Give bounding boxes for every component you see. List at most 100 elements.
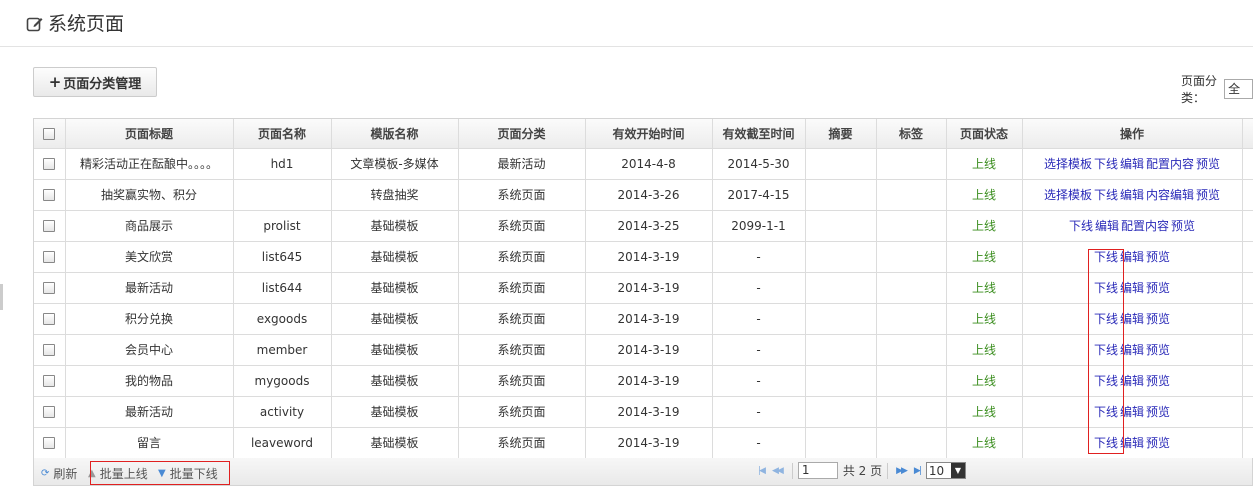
cell-end: - <box>712 303 806 335</box>
cell-spacer <box>1242 427 1253 459</box>
cell-actions: 下线 编辑 预览 <box>1022 272 1243 304</box>
cell-template: 文章模板-多媒体 <box>331 148 459 180</box>
row-checkbox[interactable] <box>43 251 56 263</box>
cell-start: 2014-3-19 <box>585 303 713 335</box>
op-link[interactable]: 编辑 <box>1095 219 1119 233</box>
cell-actions: 下线 编辑 预览 <box>1022 396 1243 428</box>
cell-spacer <box>1242 396 1253 428</box>
cell-category: 系统页面 <box>458 303 586 335</box>
last-page-icon[interactable]: ▶| <box>914 466 922 476</box>
cell-title: 留言 <box>65 427 234 459</box>
op-link[interactable]: 编辑 <box>1120 250 1144 264</box>
column-header[interactable]: 页面名称 <box>233 119 332 149</box>
cell-start: 2014-3-19 <box>585 365 713 397</box>
batch-offline-button[interactable]: ▼ 批量下线 <box>158 465 218 482</box>
op-link[interactable]: 下线 <box>1094 436 1118 450</box>
table-row: 抽奖赢实物、积分 转盘抽奖 系统页面 2014-3-26 2017-4-15 上线 选择模板… <box>34 179 1253 211</box>
op-link[interactable]: 配置内容 <box>1121 219 1169 233</box>
op-link[interactable]: 下线 <box>1094 157 1118 171</box>
page-title: 系统页面 <box>48 13 125 35</box>
op-link[interactable]: 预览 <box>1146 343 1170 357</box>
op-link[interactable]: 预览 <box>1146 405 1170 419</box>
page-number-input[interactable]: 1 <box>797 462 838 479</box>
row-checkbox[interactable] <box>43 189 56 201</box>
row-checkbox[interactable] <box>43 220 56 232</box>
op-link[interactable]: 编辑 <box>1120 312 1144 326</box>
refresh-button[interactable]: ⟳ 刷新 <box>41 465 77 482</box>
op-link[interactable]: 下线 <box>1094 281 1118 295</box>
cell-summary <box>805 365 877 397</box>
category-filter-label: 页面分类： <box>1181 74 1218 105</box>
op-link[interactable]: 选择模板 <box>1044 157 1092 171</box>
row-select-cell <box>34 241 66 273</box>
op-link[interactable]: 内容编辑 <box>1146 188 1194 202</box>
op-link[interactable]: 编辑 <box>1120 157 1144 171</box>
column-header[interactable]: 标签 <box>876 119 947 149</box>
row-checkbox[interactable] <box>43 375 56 387</box>
row-select-cell <box>34 148 66 180</box>
next-page-icon[interactable]: ▶▶ <box>896 466 908 476</box>
bottom-toolbar: ⟳ 刷新 ▲ 批量上线 ▼ 批量下线 |◀ ◀◀ 1 共 2 页 ▶▶ ▶| 1… <box>33 458 1253 486</box>
op-link[interactable]: 下线 <box>1069 219 1093 233</box>
op-link[interactable]: 下线 <box>1094 312 1118 326</box>
cell-end: - <box>712 396 806 428</box>
row-checkbox[interactable] <box>43 437 56 449</box>
op-link[interactable]: 下线 <box>1094 374 1118 388</box>
category-manage-button[interactable]: + 页面分类管理 <box>33 67 157 97</box>
column-header[interactable]: 有效开始时间 <box>585 119 713 149</box>
cell-spacer <box>1242 365 1253 397</box>
column-header[interactable]: 摘要 <box>805 119 877 149</box>
pager-divider <box>887 462 889 479</box>
op-link[interactable]: 预览 <box>1146 281 1170 295</box>
op-link[interactable]: 预览 <box>1196 188 1220 202</box>
row-checkbox[interactable] <box>43 158 56 170</box>
op-link[interactable]: 配置内容 <box>1146 157 1194 171</box>
page-size-select[interactable]: 10 ▼ <box>925 462 966 479</box>
column-header[interactable]: 页面标题 <box>65 119 234 149</box>
cell-end: 2017-4-15 <box>712 179 806 211</box>
row-checkbox[interactable] <box>43 313 56 325</box>
op-link[interactable]: 下线 <box>1094 343 1118 357</box>
category-filter-select[interactable]: 全 <box>1224 79 1253 99</box>
prev-page-icon[interactable]: ◀◀ <box>772 466 784 476</box>
cell-start: 2014-3-25 <box>585 210 713 242</box>
column-header[interactable]: 页面分类 <box>458 119 586 149</box>
cell-summary <box>805 179 877 211</box>
op-link[interactable]: 预览 <box>1146 250 1170 264</box>
cell-title: 我的物品 <box>65 365 234 397</box>
op-link[interactable]: 编辑 <box>1120 343 1144 357</box>
op-link[interactable]: 预览 <box>1146 436 1170 450</box>
op-link[interactable]: 预览 <box>1196 157 1220 171</box>
op-link[interactable]: 编辑 <box>1120 188 1144 202</box>
op-link[interactable]: 编辑 <box>1120 374 1144 388</box>
op-link[interactable]: 下线 <box>1094 405 1118 419</box>
cell-summary <box>805 427 877 459</box>
row-checkbox[interactable] <box>43 344 56 356</box>
table-row: 我的物品 mygoods 基础模板 系统页面 2014-3-19- 上线 下线 编辑 预览 <box>34 365 1253 397</box>
op-link[interactable]: 编辑 <box>1120 436 1144 450</box>
cell-status: 上线 <box>946 179 1023 211</box>
op-link[interactable]: 预览 <box>1146 374 1170 388</box>
cell-title: 会员中心 <box>65 334 234 366</box>
first-page-icon[interactable]: |◀ <box>758 466 766 476</box>
row-checkbox[interactable] <box>43 282 56 294</box>
cell-actions: 下线 编辑 配置内容 预览 <box>1022 210 1243 242</box>
column-header[interactable]: 模版名称 <box>331 119 459 149</box>
op-link[interactable]: 下线 <box>1094 188 1118 202</box>
select-all-checkbox[interactable] <box>43 127 56 140</box>
column-header[interactable]: 有效截至时间 <box>712 119 806 149</box>
cell-category: 系统页面 <box>458 210 586 242</box>
batch-online-button[interactable]: ▲ 批量上线 <box>88 465 148 482</box>
op-link[interactable]: 选择模板 <box>1044 188 1092 202</box>
op-link[interactable]: 编辑 <box>1120 405 1144 419</box>
op-link[interactable]: 预览 <box>1146 312 1170 326</box>
row-checkbox[interactable] <box>43 406 56 418</box>
op-link[interactable]: 下线 <box>1094 250 1118 264</box>
cell-end: - <box>712 241 806 273</box>
cell-actions: 选择模板 下线 编辑 配置内容 预览 <box>1022 148 1243 180</box>
cell-start: 2014-3-19 <box>585 396 713 428</box>
column-header[interactable]: 页面状态 <box>946 119 1023 149</box>
op-link[interactable]: 编辑 <box>1120 281 1144 295</box>
cell-status: 上线 <box>946 210 1023 242</box>
op-link[interactable]: 预览 <box>1171 219 1195 233</box>
